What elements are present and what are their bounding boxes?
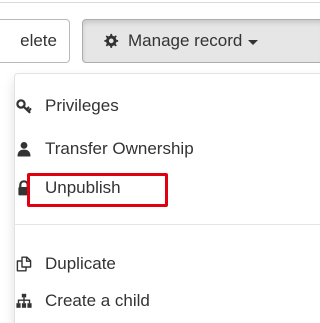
- menu-item-label: Privileges: [45, 96, 119, 115]
- menu-item-label: Transfer Ownership: [45, 139, 194, 158]
- menu-divider: [14, 224, 320, 225]
- delete-button-label: elete: [20, 31, 57, 50]
- menu-item-privileges[interactable]: Privileges: [0, 89, 306, 123]
- record-toolbar-area: elete Manage record Privileges Transfer …: [0, 0, 320, 323]
- delete-button[interactable]: elete: [0, 19, 70, 63]
- copy-icon: [16, 256, 32, 272]
- unpublish-highlight-box: [27, 173, 168, 207]
- menu-item-label: Duplicate: [45, 254, 116, 273]
- menu-item-duplicate[interactable]: Duplicate: [0, 247, 306, 281]
- menu-item-transfer-ownership[interactable]: Transfer Ownership: [0, 132, 306, 166]
- key-icon: [16, 99, 32, 114]
- caret-down-icon: [248, 39, 259, 45]
- manage-record-label: Manage record: [128, 31, 243, 50]
- menu-item-label: Create a child: [45, 291, 150, 310]
- user-icon: [17, 142, 31, 157]
- menu-item-create-child[interactable]: Create a child: [0, 284, 306, 318]
- gear-icon: [104, 33, 119, 48]
- top-divider: [0, 2, 320, 3]
- sitemap-icon: [16, 293, 32, 308]
- manage-record-button[interactable]: Manage record: [82, 19, 320, 63]
